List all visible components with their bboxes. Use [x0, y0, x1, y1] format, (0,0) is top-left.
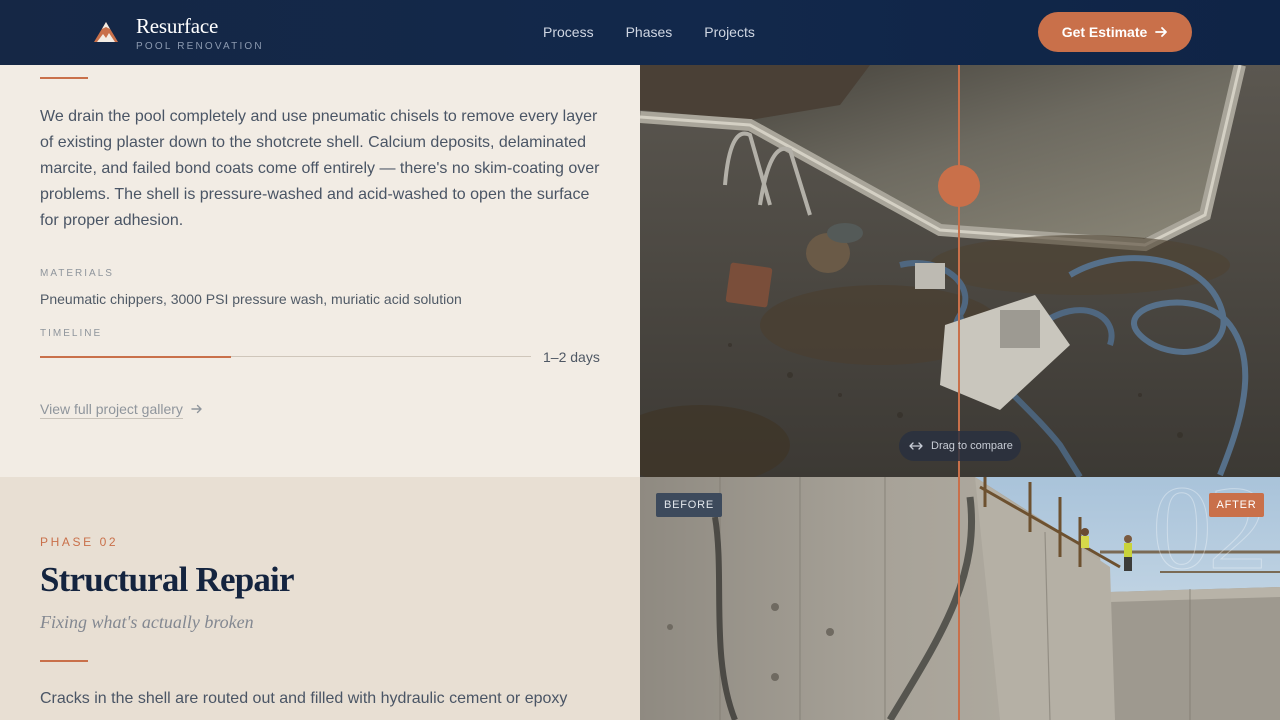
compare-divider-line[interactable] — [958, 477, 960, 720]
phase-2-details: PHASE 02 Structural Repair Fixing what's… — [0, 477, 640, 720]
pool-demolition-photo — [640, 65, 1280, 477]
compare-slider-handle[interactable] — [938, 165, 980, 207]
before-after-image-demolition[interactable] — [640, 65, 1280, 477]
arrow-right-icon — [1155, 27, 1168, 37]
phase-kicker: PHASE 02 — [40, 535, 119, 549]
phase-2-description: Cracks in the shell are routed out and f… — [40, 690, 568, 707]
nav-link-projects[interactable]: Projects — [704, 24, 755, 40]
timeline-value: 1–2 days — [543, 349, 600, 365]
nav-link-phases[interactable]: Phases — [626, 24, 673, 40]
timeline-bar — [40, 355, 531, 358]
timeline-label: TIMELINE — [40, 328, 103, 339]
drag-to-compare-hint: Drag to compare — [899, 431, 1021, 461]
phase-1-description: We drain the pool completely and use pne… — [40, 108, 600, 229]
accent-divider — [40, 77, 88, 79]
brand-tagline: POOL RENOVATION — [136, 41, 264, 52]
view-gallery-link[interactable]: View full project gallery — [40, 401, 183, 419]
phase-subtitle: Fixing what's actually broken — [40, 612, 254, 632]
materials-value: Pneumatic chippers, 3000 PSI pressure wa… — [40, 291, 462, 307]
timeline-bar-fill — [40, 355, 232, 358]
phase-title: Structural Repair — [40, 560, 295, 599]
after-tag: AFTER — [1209, 493, 1264, 517]
get-estimate-label: Get Estimate — [1061, 24, 1148, 40]
materials-label: MATERIALS — [40, 268, 114, 279]
brand-name[interactable]: Resurface — [136, 14, 218, 39]
main-nav: Process Phases Projects — [543, 24, 755, 40]
get-estimate-button[interactable]: Get Estimate — [1038, 12, 1192, 52]
site-header: Resurface POOL RENOVATION Process Phases… — [0, 0, 1280, 65]
phase-number-watermark: 02 — [1152, 461, 1269, 594]
nav-link-process[interactable]: Process — [543, 24, 594, 40]
accent-divider — [40, 660, 88, 662]
phase-1-details: We drain the pool completely and use pne… — [0, 65, 640, 477]
mountain-peak-icon[interactable] — [93, 21, 119, 43]
horizontal-arrows-icon — [909, 442, 923, 450]
before-tag: BEFORE — [656, 493, 722, 517]
compare-divider-line[interactable] — [958, 65, 960, 477]
drag-hint-label: Drag to compare — [931, 440, 1013, 452]
arrow-right-icon[interactable] — [191, 403, 203, 415]
